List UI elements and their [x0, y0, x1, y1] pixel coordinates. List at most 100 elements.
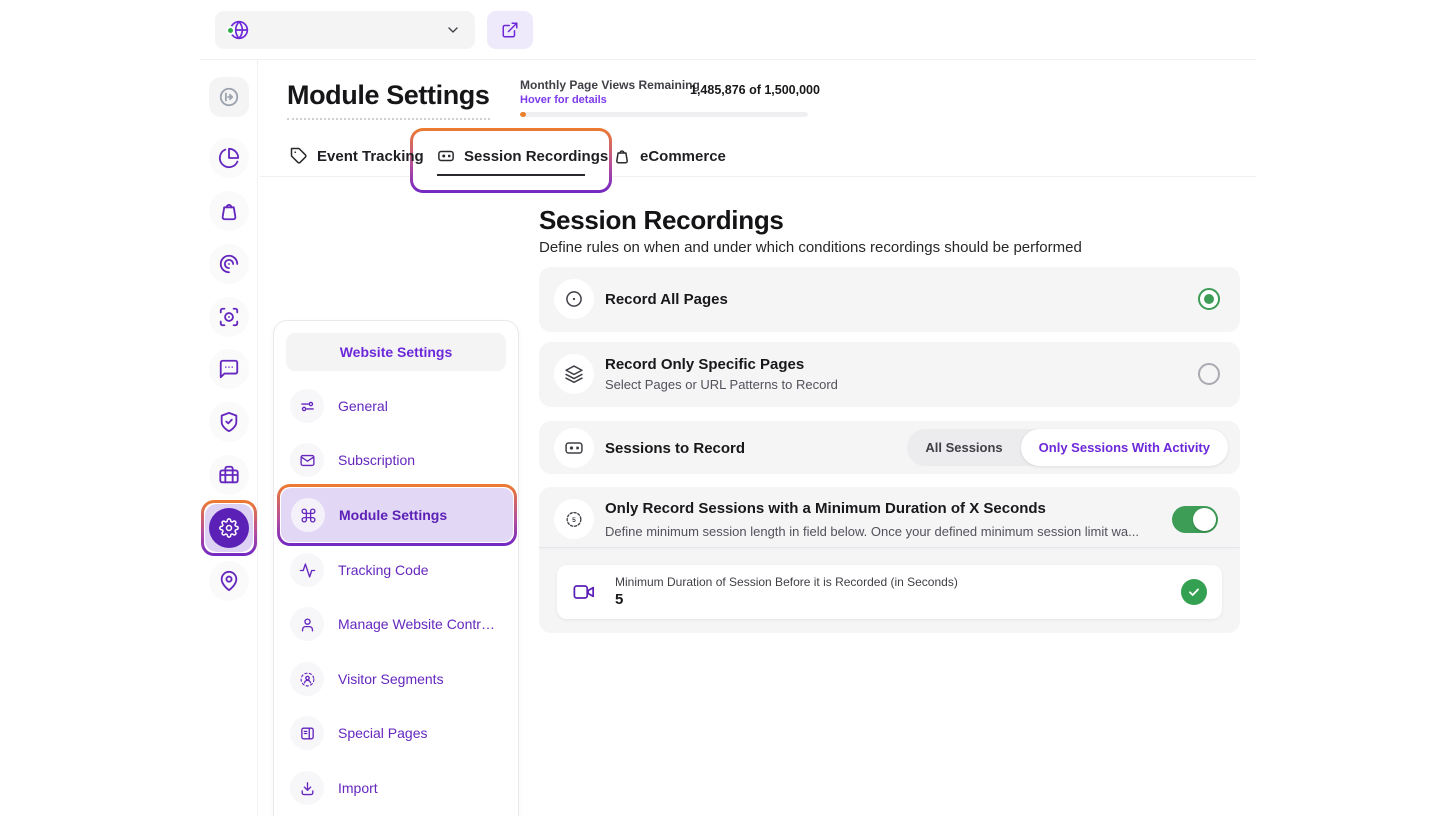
icon-rail — [200, 60, 258, 816]
min-duration-toggle[interactable] — [1172, 506, 1218, 533]
segment-only-with-activity[interactable]: Only Sessions With Activity — [1021, 429, 1228, 466]
section-subtitle: Define rules on when and under which con… — [539, 239, 1082, 256]
layers-icon — [564, 364, 584, 384]
open-website-button[interactable] — [487, 11, 533, 49]
chat-bubble-icon — [218, 358, 240, 380]
quota-progress-bar — [520, 112, 808, 117]
min-duration-input-card[interactable]: Minimum Duration of Session Before it is… — [557, 565, 1222, 619]
record-all-pages-radio[interactable] — [1198, 288, 1220, 310]
menu-item-special-pages[interactable]: Special Pages — [284, 710, 510, 756]
rail-location-button[interactable] — [209, 561, 249, 601]
pie-chart-icon — [218, 147, 240, 169]
screen-record-icon — [437, 147, 455, 165]
shield-check-icon — [218, 411, 240, 433]
menu-item-visitor-segments[interactable]: Visitor Segments — [284, 656, 510, 702]
menu-item-label: Tracking Code — [338, 562, 429, 578]
download-icon — [299, 780, 316, 797]
rail-recordings-button[interactable] — [209, 297, 249, 337]
svg-text:5: 5 — [572, 517, 576, 524]
menu-item-label: Import — [338, 780, 378, 796]
rail-privacy-button[interactable] — [209, 402, 249, 442]
status-dot — [226, 26, 235, 35]
menu-header: Website Settings — [286, 333, 506, 371]
camera-focus-icon — [218, 306, 240, 328]
row-subtitle: Select Pages or URL Patterns to Record — [605, 377, 838, 392]
toggle-knob — [1193, 508, 1216, 531]
menu-item-label: Subscription — [338, 452, 415, 468]
tab-ecommerce[interactable]: eCommerce — [613, 147, 726, 165]
segment-all-sessions[interactable]: All Sessions — [907, 429, 1020, 466]
bag-icon — [613, 147, 631, 165]
row-title: Only Record Sessions with a Minimum Dura… — [605, 500, 1046, 517]
gear-icon — [219, 518, 239, 538]
rail-ecommerce-button[interactable] — [209, 191, 249, 231]
external-link-icon — [501, 21, 519, 39]
menu-item-subscription[interactable]: Subscription — [284, 437, 510, 483]
tab-label: Event Tracking — [317, 148, 424, 165]
quota-value: 1,485,876 of 1,500,000 — [690, 83, 820, 97]
menu-item-tracking-code[interactable]: Tracking Code — [284, 547, 510, 593]
rail-dashboard-button[interactable] — [209, 138, 249, 178]
tab-label: Session Recordings — [464, 148, 608, 165]
menu-highlight-annotation: Module Settings — [277, 484, 517, 546]
video-camera-icon — [573, 581, 595, 603]
menu-item-label: Visitor Segments — [338, 671, 444, 687]
command-icon — [300, 507, 317, 524]
timer-icon: 5 — [564, 509, 584, 529]
rail-workspace-button[interactable] — [209, 455, 249, 495]
activity-icon — [299, 562, 316, 579]
quota-hover-link[interactable]: Hover for details — [520, 94, 607, 106]
menu-item-label: Module Settings — [339, 507, 447, 523]
pages-icon — [299, 725, 316, 742]
menu-item-manage-contributors[interactable]: Manage Website Contribut... — [284, 601, 510, 647]
collapse-sidebar-button[interactable] — [209, 77, 249, 117]
rail-settings-button[interactable] — [205, 504, 253, 552]
row-title: Record All Pages — [605, 291, 728, 308]
rail-behaviour-button[interactable] — [209, 244, 249, 284]
settings-highlight-annotation — [201, 500, 257, 556]
input-label: Minimum Duration of Session Before it is… — [615, 575, 958, 589]
user-icon — [299, 616, 316, 633]
row-title: Sessions to Record — [605, 440, 745, 457]
briefcase-icon — [218, 464, 240, 486]
chevron-down-icon — [445, 22, 461, 38]
record-specific-pages-row: Record Only Specific Pages Select Pages … — [539, 342, 1240, 407]
rail-feedback-button[interactable] — [209, 349, 249, 389]
menu-item-module-settings[interactable]: Module Settings — [281, 488, 513, 542]
menu-item-import[interactable]: Import — [284, 765, 510, 811]
shopping-bag-icon — [218, 200, 240, 222]
mail-icon — [299, 452, 316, 469]
menu-item-general[interactable]: General — [284, 383, 510, 429]
tab-event-tracking[interactable]: Event Tracking — [290, 147, 424, 165]
sliders-icon — [299, 398, 316, 415]
record-specific-pages-radio[interactable] — [1198, 363, 1220, 385]
website-selector-dropdown[interactable] — [215, 11, 475, 49]
menu-item-label: General — [338, 398, 388, 414]
collapse-sidebar-icon — [218, 86, 240, 108]
app-root: Module Settings Monthly Page Views Remai… — [0, 0, 1456, 816]
sessions-segmented-control: All Sessions Only Sessions With Activity — [907, 429, 1228, 466]
check-icon — [1187, 585, 1201, 599]
menu-item-label: Special Pages — [338, 725, 428, 741]
menu-item-label: Manage Website Contribut... — [338, 616, 498, 632]
section-inner-divider — [539, 547, 1240, 548]
screen-record-icon — [564, 438, 584, 458]
quota-progress-fill — [520, 112, 526, 117]
row-subtitle: Define minimum session length in field b… — [605, 524, 1139, 539]
radar-icon — [218, 253, 240, 275]
quota-label: Monthly Page Views Remaining — [520, 78, 700, 92]
section-title: Session Recordings — [539, 205, 784, 236]
tag-icon — [290, 147, 308, 165]
globe-icon — [229, 20, 249, 40]
map-pin-icon — [218, 570, 240, 592]
website-settings-menu: Website Settings General Subscription Mo… — [273, 320, 519, 816]
record-all-pages-row: Record All Pages — [539, 267, 1240, 332]
top-bar — [200, 0, 1256, 60]
input-value[interactable]: 5 — [615, 591, 623, 608]
tab-session-recordings[interactable]: Session Recordings — [437, 147, 608, 165]
tab-label: eCommerce — [640, 148, 726, 165]
sessions-to-record-row: Sessions to Record All Sessions Only Ses… — [539, 421, 1240, 474]
min-duration-section: 5 Only Record Sessions with a Minimum Du… — [539, 487, 1240, 633]
active-tab-underline — [437, 174, 585, 176]
user-scan-icon — [299, 671, 316, 688]
